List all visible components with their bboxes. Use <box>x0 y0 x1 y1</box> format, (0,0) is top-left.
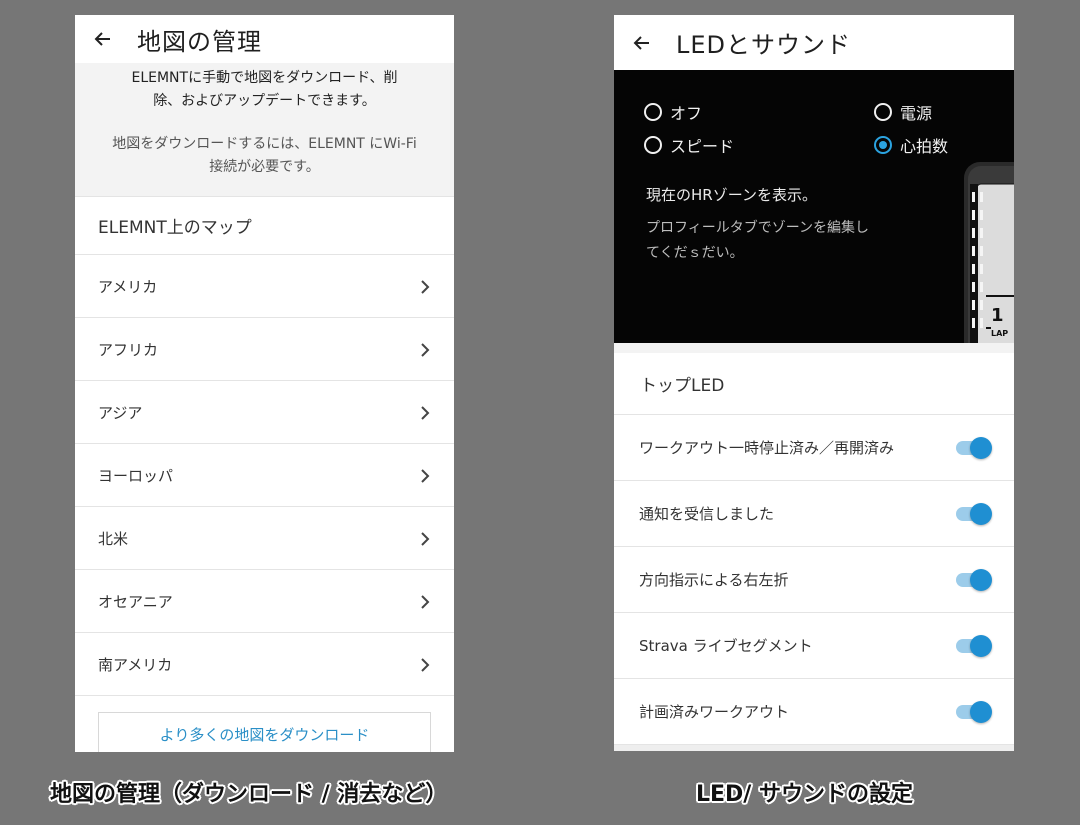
mode-hint: プロフィールタブでゾーンを編集し <box>646 220 870 236</box>
page-title: 地図の管理 <box>137 27 262 56</box>
radio-button-selected[interactable] <box>874 136 892 154</box>
toggle-switch[interactable] <box>956 700 992 723</box>
toggle-label: Strava ライブセグメント <box>639 637 813 655</box>
chevron-right-icon <box>420 468 430 483</box>
chevron-right-icon <box>420 594 430 609</box>
map-item-north-america[interactable]: 北米 <box>75 507 454 570</box>
chevron-right-icon <box>420 342 430 357</box>
intro-line: 除、およびアップデートできます。 <box>153 93 376 109</box>
map-item-label: アジア <box>98 403 143 422</box>
section-header: ELEMNT上のマップ <box>75 197 454 255</box>
maps-management-screen: 地図の管理 ELEMNTに手動で地図をダウンロード、削 除、およびアップデートで… <box>75 15 454 752</box>
led-mode-panel: オフ 電源 スピード 心拍数 現在のHRゾーンを表示。 プロフィールタブでゾーン… <box>614 70 1014 343</box>
toggle-switch[interactable] <box>956 634 992 657</box>
toggle-label: 方向指示による右左折 <box>639 571 789 589</box>
divider <box>614 343 1014 353</box>
mode-hint: てくだｓだい。 <box>646 245 744 261</box>
intro-line: 接続が必要です。 <box>209 159 320 175</box>
toggle-row-notification[interactable]: 通知を受信しました <box>614 481 1014 547</box>
toggle-row-workout-paused[interactable]: ワークアウト一時停止済み／再開済み <box>614 415 1014 481</box>
app-bar: 地図の管理 <box>75 15 454 63</box>
toggle-label: ワークアウト一時停止済み／再開済み <box>639 439 895 457</box>
radio-label: オフ <box>670 104 703 123</box>
radio-heart-rate[interactable]: 心拍数 <box>874 133 948 157</box>
toggle-switch[interactable] <box>956 568 992 591</box>
map-item-label: アフリカ <box>98 340 159 359</box>
chevron-right-icon <box>420 279 430 294</box>
caption-maps: 地図の管理（ダウンロード / 消去など） <box>50 782 448 807</box>
intro-text: ELEMNTに手動で地図をダウンロード、削 除、およびアップデートできます。 地… <box>75 63 454 197</box>
map-item-label: アメリカ <box>98 277 158 296</box>
chevron-right-icon <box>420 657 430 672</box>
toggle-row-turn-by-turn[interactable]: 方向指示による右左折 <box>614 547 1014 613</box>
device-value: 1 <box>991 305 1014 329</box>
map-item-label: 北米 <box>98 529 129 548</box>
app-bar: LEDとサウンド <box>614 15 1014 70</box>
caption-led-sound: LED/ サウンドの設定 <box>696 782 914 807</box>
intro-line: 地図をダウンロードするには、ELEMNT にWi-Fi <box>112 136 417 152</box>
map-item-asia[interactable]: アジア <box>75 381 454 444</box>
toggle-switch[interactable] <box>956 436 992 459</box>
download-more-maps-button[interactable]: より多くの地図をダウンロード <box>98 712 431 752</box>
map-item-europe[interactable]: ヨーロッパ <box>75 444 454 507</box>
page-title: LEDとサウンド <box>676 31 852 59</box>
toggle-switch[interactable] <box>956 502 992 525</box>
map-item-america[interactable]: アメリカ <box>75 255 454 318</box>
map-item-oceania[interactable]: オセアニア <box>75 570 454 633</box>
toggle-label: 通知を受信しました <box>639 505 775 523</box>
back-arrow-icon[interactable] <box>632 33 652 53</box>
map-item-africa[interactable]: アフリカ <box>75 318 454 381</box>
mode-description: 現在のHRゾーンを表示。 <box>646 186 817 204</box>
led-sound-screen: LEDとサウンド オフ 電源 スピード 心拍数 現在のHRゾーンを表示。 プロフ… <box>614 15 1014 751</box>
intro-line: ELEMNTに手動で地図をダウンロード、削 <box>131 70 398 86</box>
radio-button[interactable] <box>644 103 662 121</box>
chevron-right-icon <box>420 531 430 546</box>
toggle-label: 計画済みワークアウト <box>639 703 790 721</box>
section-header: トップLED <box>614 353 1014 415</box>
radio-button[interactable] <box>644 136 662 154</box>
radio-label: スピード <box>670 137 735 156</box>
map-item-label: オセアニア <box>98 592 173 611</box>
radio-button[interactable] <box>874 103 892 121</box>
back-arrow-icon[interactable] <box>93 29 113 49</box>
map-item-label: ヨーロッパ <box>98 466 174 485</box>
map-item-label: 南アメリカ <box>98 655 173 674</box>
divider <box>614 745 1014 751</box>
chevron-right-icon <box>420 405 430 420</box>
radio-speed[interactable]: スピード <box>644 133 734 157</box>
radio-label: 電源 <box>900 104 933 123</box>
device-lap-label: LAP <box>991 329 1014 343</box>
map-item-south-america[interactable]: 南アメリカ <box>75 633 454 696</box>
toggle-row-strava-segments[interactable]: Strava ライブセグメント <box>614 613 1014 679</box>
radio-label: 心拍数 <box>900 137 949 156</box>
download-area: より多くの地図をダウンロード <box>75 696 454 752</box>
radio-power[interactable]: 電源 <box>874 100 932 124</box>
toggle-row-planned-workout[interactable]: 計画済みワークアウト <box>614 679 1014 745</box>
radio-off[interactable]: オフ <box>644 100 702 124</box>
